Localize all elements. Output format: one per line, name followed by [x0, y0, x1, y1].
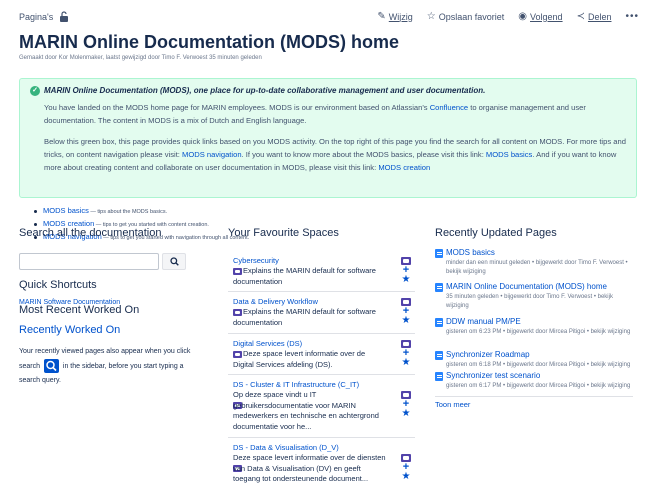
panel-paragraph-1: You have landed on the MODS home page fo…: [44, 103, 586, 125]
panel-paragraph-2: Below this green box, this page provides…: [44, 137, 626, 172]
check-icon: ✓: [30, 86, 40, 96]
share-button[interactable]: ≺ Delen: [577, 11, 612, 22]
search-input[interactable]: [19, 253, 159, 270]
space-icon: [401, 391, 411, 399]
watch-button[interactable]: ◉ Volgend: [518, 11, 562, 22]
pencil-icon: ✎: [377, 11, 386, 22]
confluence-link[interactable]: Confluence: [430, 103, 468, 112]
save-favourite-button[interactable]: ☆ Opslaan favoriet: [427, 11, 505, 22]
recently-worked-on-link[interactable]: Recently Worked On: [19, 324, 120, 336]
space-item-data-visualisation[interactable]: DS - Data & Visualisation (D_V) Deze spa…: [228, 443, 415, 497]
edit-button[interactable]: ✎ Wijzig: [377, 11, 412, 22]
quicklink-basics[interactable]: MODS basics: [43, 206, 89, 215]
space-icon: [401, 298, 411, 306]
page-icon: [435, 318, 443, 327]
show-more-link[interactable]: Toon meer: [435, 400, 470, 409]
most-recent-heading: Most Recent Worked On: [19, 304, 140, 316]
star-filled-icon[interactable]: ★: [401, 275, 411, 285]
top-bar: Pagina's ✎ Wijzig ☆ Opslaan favoriet ◉ Volg…: [0, 0, 653, 30]
star-filled-icon[interactable]: ★: [401, 316, 411, 326]
space-icon: [401, 340, 411, 348]
info-panel: ✓ MARIN Online Documentation (MODS), one…: [19, 78, 637, 198]
quick-shortcuts-heading: Quick Shortcuts: [19, 279, 97, 291]
page-byline: Gemaakt door Kor Molenmaker, laatst gewi…: [19, 55, 262, 61]
star-filled-icon[interactable]: ★: [401, 472, 411, 482]
star-icon: ☆: [426, 11, 436, 22]
recent-page-link[interactable]: MODS basics: [446, 248, 495, 257]
recent-page-link[interactable]: DDW manual PM/PE: [446, 317, 521, 326]
recent-page-link[interactable]: Synchronizer Roadmap: [446, 350, 530, 359]
page-icon: [435, 351, 443, 360]
search-icon: [43, 359, 59, 373]
search-heading: Search all the documentation: [19, 227, 162, 239]
page-actions: ✎ Wijzig ☆ Opslaan favoriet ◉ Volgend ≺ Dele…: [377, 11, 639, 22]
recently-updated-heading: Recently Updated Pages: [435, 227, 557, 239]
page-icon: [435, 249, 443, 258]
list-item: MODS basics — tips about the MODS basics…: [34, 205, 249, 218]
star-filled-icon[interactable]: ★: [401, 409, 411, 419]
mods-creation-link[interactable]: MODS creation: [378, 163, 430, 172]
recent-page-link[interactable]: MARIN Online Documentation (MODS) home: [446, 282, 607, 291]
favourite-spaces-heading: Your Favourite Spaces: [228, 227, 339, 239]
search-button[interactable]: [162, 253, 186, 270]
recent-page-link[interactable]: Synchronizer test scenario: [446, 371, 540, 380]
page-title: MARIN Online Documentation (MODS) home: [19, 32, 399, 52]
recently-worked-on-text: Your recently viewed pages also appear w…: [19, 348, 191, 384]
panel-heading: MARIN Online Documentation (MODS), one p…: [44, 86, 486, 95]
star-filled-icon[interactable]: ★: [401, 358, 411, 368]
page-icon: [435, 283, 443, 292]
share-icon: ≺: [576, 11, 585, 22]
eye-icon: ◉: [518, 11, 528, 22]
unlock-icon[interactable]: [59, 11, 71, 22]
search-icon: [169, 257, 179, 266]
mods-navigation-link[interactable]: MODS navigation: [182, 150, 242, 159]
space-icon: [401, 257, 411, 265]
mods-basics-link[interactable]: MODS basics: [486, 150, 532, 159]
page-icon: [435, 372, 443, 381]
more-actions-icon[interactable]: •••: [625, 11, 639, 22]
breadcrumb[interactable]: Pagina's: [19, 12, 53, 22]
space-icon: [401, 454, 411, 462]
